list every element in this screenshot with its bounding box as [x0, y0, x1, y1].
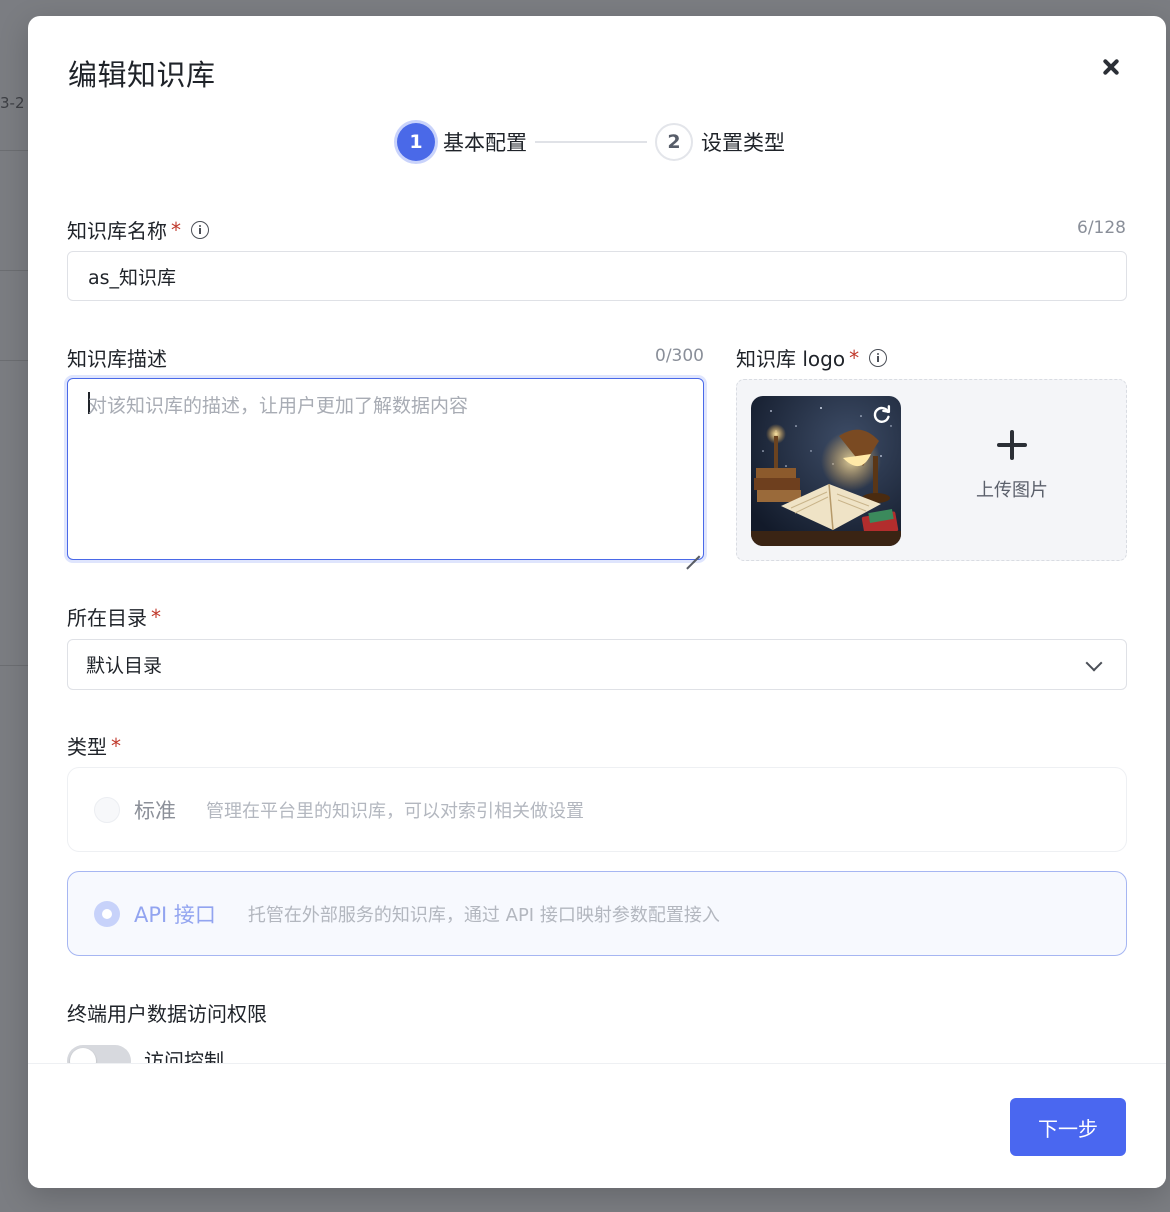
dialog-body[interactable]: 编辑知识库 1 基本配置 2 设置类型 知识库名称 * 6/128 as_知识库… [28, 16, 1166, 1063]
description-char-counter: 0/300 [655, 346, 704, 366]
required-mark: * [849, 345, 860, 370]
type-option-description: 托管在外部服务的知识库，通过 API 接口映射参数配置接入 [247, 904, 720, 926]
required-mark: * [171, 217, 181, 242]
dialog-footer: 下一步 [28, 1063, 1166, 1188]
close-icon[interactable] [1096, 52, 1126, 82]
logo-upload-area: 上传图片 [736, 379, 1127, 561]
background-divider [0, 270, 28, 271]
directory-selected-value: 默认目录 [86, 655, 163, 677]
info-icon[interactable] [869, 348, 888, 367]
chevron-down-icon [1085, 654, 1103, 672]
step-2-number: 2 [655, 123, 693, 161]
dialog-title: 编辑知识库 [68, 58, 216, 92]
name-char-counter: 6/128 [1077, 218, 1126, 238]
toggle-knob [70, 1048, 96, 1063]
name-label-text: 知识库名称 [67, 219, 167, 243]
plus-icon [997, 430, 1027, 460]
background-divider [0, 665, 28, 666]
logo-label-text: 知识库 logo [736, 347, 846, 371]
background-divider [0, 360, 28, 361]
access-control-toggle[interactable] [67, 1045, 131, 1063]
info-icon[interactable] [191, 220, 209, 239]
type-field-label: 类型 * [67, 731, 121, 760]
description-placeholder: 对该知识库的描述，让用户更加了解数据内容 [88, 395, 469, 417]
radio-selected[interactable] [94, 900, 120, 927]
upload-image-label: 上传图片 [976, 480, 1048, 501]
resize-grip-icon[interactable] [686, 542, 700, 556]
type-option-name: API 接口 [134, 902, 216, 927]
upload-image-button[interactable]: 上传图片 [937, 410, 1087, 502]
type-option-description: 管理在平台里的知识库，可以对索引相关做设置 [206, 800, 584, 822]
step-1-label: 基本配置 [443, 131, 527, 155]
name-field-label: 知识库名称 * [67, 215, 209, 244]
edit-knowledge-base-dialog: 编辑知识库 1 基本配置 2 设置类型 知识库名称 * 6/128 as_知识库… [28, 16, 1166, 1188]
access-control-label: 访问控制 [144, 1049, 224, 1063]
description-field-label: 知识库描述 [67, 343, 167, 372]
step-1-number: 1 [397, 123, 435, 161]
type-option-api[interactable]: API 接口 托管在外部服务的知识库，通过 API 接口映射参数配置接入 [67, 871, 1127, 956]
stepper: 1 基本配置 2 设置类型 [397, 122, 785, 162]
directory-label-text: 所在目录 [67, 606, 147, 630]
access-section-label: 终端用户数据访问权限 [67, 998, 267, 1027]
step-2-label: 设置类型 [701, 131, 785, 155]
background-divider [0, 150, 28, 151]
logo-field-label: 知识库 logo * [736, 343, 888, 372]
type-option-name: 标准 [134, 798, 176, 823]
description-textarea[interactable]: 对该知识库的描述，让用户更加了解数据内容 [67, 378, 704, 560]
directory-field-label: 所在目录 * [67, 602, 161, 631]
name-input[interactable]: as_知识库 [67, 251, 1127, 301]
type-label-text: 类型 [67, 735, 107, 759]
refresh-icon[interactable] [871, 404, 893, 426]
description-label-text: 知识库描述 [67, 347, 167, 371]
required-mark: * [151, 604, 161, 629]
access-section-text: 终端用户数据访问权限 [67, 1002, 267, 1026]
radio-unselected[interactable] [94, 796, 120, 823]
step-connector [535, 141, 647, 143]
background-fragment-text: 3-2 [0, 94, 25, 112]
directory-select[interactable]: 默认目录 [67, 639, 1127, 690]
logo-image[interactable] [751, 396, 901, 546]
type-option-standard[interactable]: 标准 管理在平台里的知识库，可以对索引相关做设置 [67, 767, 1127, 852]
name-input-value: as_知识库 [88, 266, 177, 289]
required-mark: * [111, 733, 121, 758]
next-step-button[interactable]: 下一步 [1010, 1098, 1126, 1156]
